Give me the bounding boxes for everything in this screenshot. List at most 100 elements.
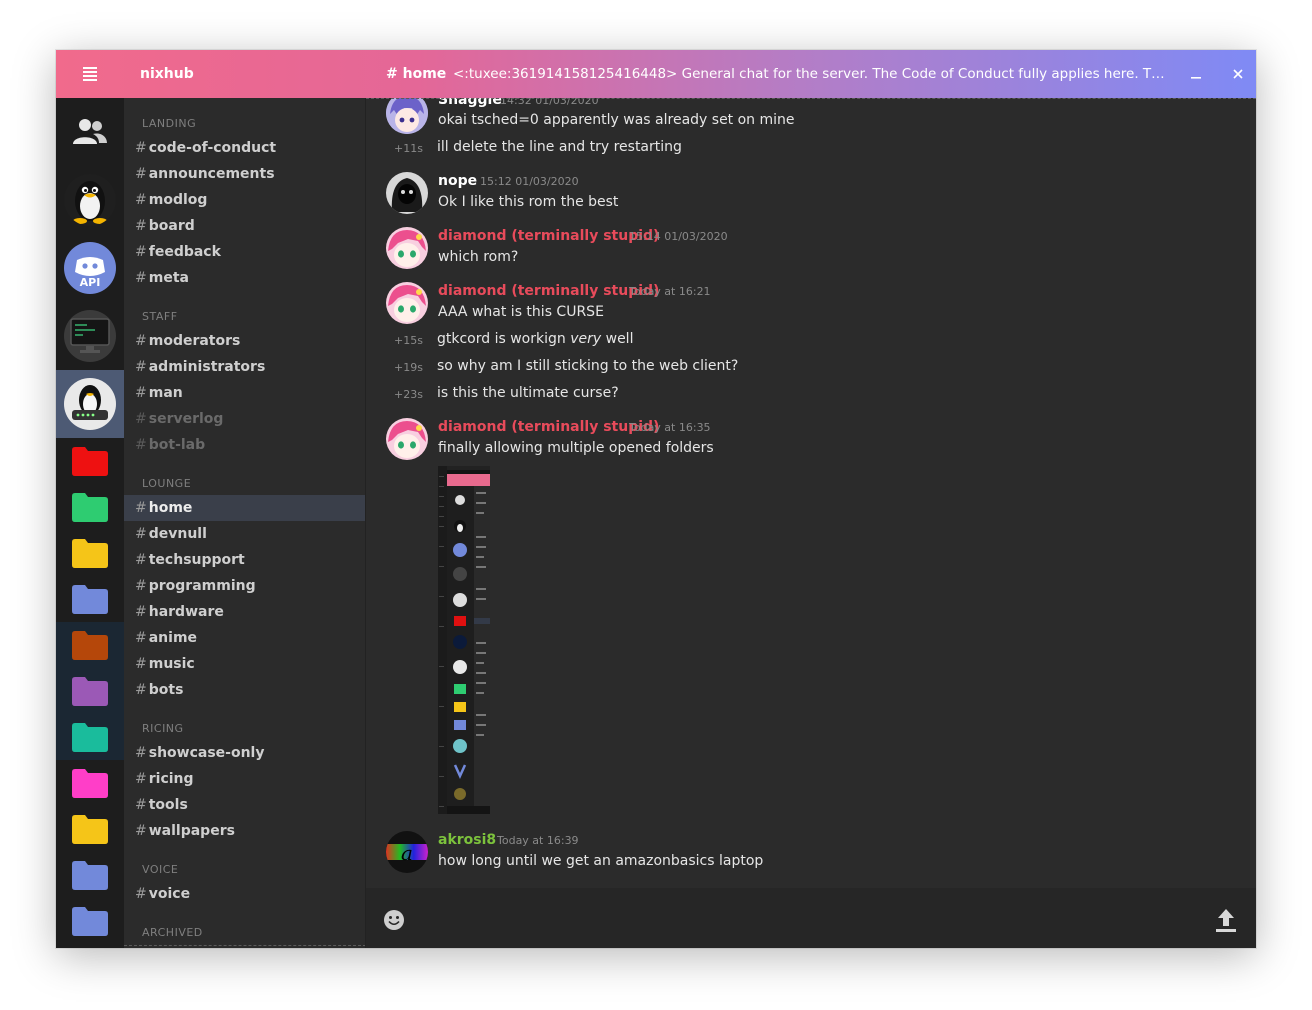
category-landing[interactable]: LANDING	[142, 117, 196, 130]
folder-yellow-2[interactable]	[56, 806, 124, 852]
svg-text:a: a	[401, 841, 413, 865]
discord-api-icon: API	[75, 257, 105, 289]
message-text: is this the ultimate curse?	[437, 385, 619, 401]
channel-serverlog[interactable]: # serverlog	[124, 406, 366, 432]
avatar[interactable]	[386, 98, 428, 134]
folder-icon	[72, 907, 108, 936]
pink-anime-avatar-icon	[386, 227, 428, 269]
folder-yellow[interactable]	[56, 530, 124, 576]
emoji-button[interactable]	[382, 908, 406, 932]
folder-icon	[72, 723, 108, 752]
close-button[interactable]	[1228, 64, 1248, 84]
channel-wallpapers[interactable]: # wallpapers	[124, 818, 366, 844]
close-icon	[1233, 69, 1243, 79]
server-linux[interactable]	[56, 166, 124, 234]
message-list: Shaggle 14:32 01/03/2020 okai tsched=0 a…	[366, 98, 1256, 888]
server-nixhub[interactable]	[56, 370, 124, 438]
channel-music[interactable]: # music	[124, 651, 366, 677]
message-input[interactable]	[426, 904, 1190, 934]
upload-button[interactable]	[1212, 906, 1240, 934]
minimize-icon	[1191, 77, 1201, 79]
channel-devnull[interactable]: # devnull	[124, 521, 366, 547]
avatar[interactable]	[386, 282, 428, 324]
category-archived[interactable]: ARCHIVED	[142, 926, 203, 939]
folder-icon	[72, 493, 108, 522]
folder-green[interactable]	[56, 484, 124, 530]
channel-administrators[interactable]: # administrators	[124, 354, 366, 380]
relative-timestamp: +23s	[394, 388, 423, 401]
channel-board[interactable]: # board	[124, 213, 366, 239]
message-timestamp: Today at 16:39	[497, 834, 579, 847]
current-channel-name: # home	[386, 66, 447, 82]
folder-red[interactable]	[56, 438, 124, 484]
pink-anime-avatar-icon	[386, 418, 428, 460]
avatar[interactable]	[386, 418, 428, 460]
avatar[interactable]	[386, 172, 428, 214]
channel-tools[interactable]: # tools	[124, 792, 366, 818]
channel-voice[interactable]: # voice	[124, 881, 366, 907]
monitor-icon	[70, 318, 110, 353]
channel-man[interactable]: # man	[124, 380, 366, 406]
hamburger-menu-button[interactable]	[56, 50, 124, 98]
image-attachment[interactable]	[438, 466, 490, 814]
channel-topic: <:tuxee:361914158125416448> General chat…	[453, 66, 1173, 82]
category-lounge[interactable]: LOUNGE	[142, 477, 191, 490]
server-discord-api[interactable]: API	[56, 234, 124, 302]
channel-modlog[interactable]: # modlog	[124, 187, 366, 213]
folder-blue-2[interactable]	[56, 852, 124, 898]
folder-blue-3[interactable]	[56, 898, 124, 944]
folder-teal[interactable]	[56, 714, 124, 760]
channel-techsupport[interactable]: # techsupport	[124, 547, 366, 573]
message-timestamp: 15:12 01/03/2020	[480, 175, 579, 188]
channel-ricing[interactable]: # ricing	[124, 766, 366, 792]
folder-icon	[72, 585, 108, 614]
message-author[interactable]: diamond (terminally stupid)	[438, 419, 659, 435]
rainbow-avatar-icon: a	[386, 831, 428, 873]
message-author[interactable]: nope	[438, 173, 477, 189]
message-author[interactable]: diamond (terminally stupid)	[438, 228, 659, 244]
hooded-avatar-icon	[386, 172, 428, 214]
channel-announcements[interactable]: # announcements	[124, 161, 366, 187]
message-timestamp: 14:32 01/03/2020	[500, 98, 599, 107]
channel-bots[interactable]: # bots	[124, 677, 366, 703]
category-voice[interactable]: VOICE	[142, 863, 178, 876]
avatar[interactable]	[386, 227, 428, 269]
category-ricing[interactable]: RICING	[142, 722, 184, 735]
anime-avatar-icon	[386, 98, 428, 134]
channel-moderators[interactable]: # moderators	[124, 328, 366, 354]
channel-feedback[interactable]: # feedback	[124, 239, 366, 265]
folder-icon	[72, 815, 108, 844]
server-name[interactable]: nixhub	[140, 50, 194, 98]
channel-anime[interactable]: # anime	[124, 625, 366, 651]
server-terminal[interactable]	[56, 302, 124, 370]
channel-showcase-only[interactable]: # showcase-only	[124, 740, 366, 766]
avatar[interactable]: a	[386, 831, 428, 873]
folder-icon	[72, 631, 108, 660]
folder-icon	[72, 677, 108, 706]
message-text: how long until we get an amazonbasics la…	[438, 853, 764, 869]
header-bar: nixhub # home <:tuxee:361914158125416448…	[56, 50, 1256, 98]
minimize-button[interactable]	[1186, 64, 1206, 84]
message-author[interactable]: diamond (terminally stupid)	[438, 283, 659, 299]
channel-bot-lab[interactable]: # bot-lab	[124, 432, 366, 458]
channel-meta[interactable]: # meta	[124, 265, 366, 291]
direct-messages-button[interactable]	[56, 98, 124, 166]
relative-timestamp: +11s	[394, 142, 423, 155]
category-staff[interactable]: STAFF	[142, 310, 178, 323]
message-text: Ok I like this rom the best	[438, 194, 619, 210]
message-text: which rom?	[438, 249, 519, 265]
folder-orange[interactable]	[56, 622, 124, 668]
channel-hardware[interactable]: # hardware	[124, 599, 366, 625]
message-author[interactable]: Shaggle	[438, 98, 502, 108]
message-composer	[366, 888, 1256, 948]
channel-home[interactable]: # home	[124, 495, 366, 521]
folder-blue[interactable]	[56, 576, 124, 622]
tux-router-icon	[72, 385, 108, 420]
upload-icon	[1216, 909, 1236, 932]
folder-purple[interactable]	[56, 668, 124, 714]
message-timestamp: Today at 16:21	[629, 285, 711, 298]
channel-code-of-conduct[interactable]: # code-of-conduct	[124, 135, 366, 161]
channel-programming[interactable]: # programming	[124, 573, 366, 599]
folder-pink[interactable]	[56, 760, 124, 806]
message-author[interactable]: akrosi8	[438, 832, 496, 848]
